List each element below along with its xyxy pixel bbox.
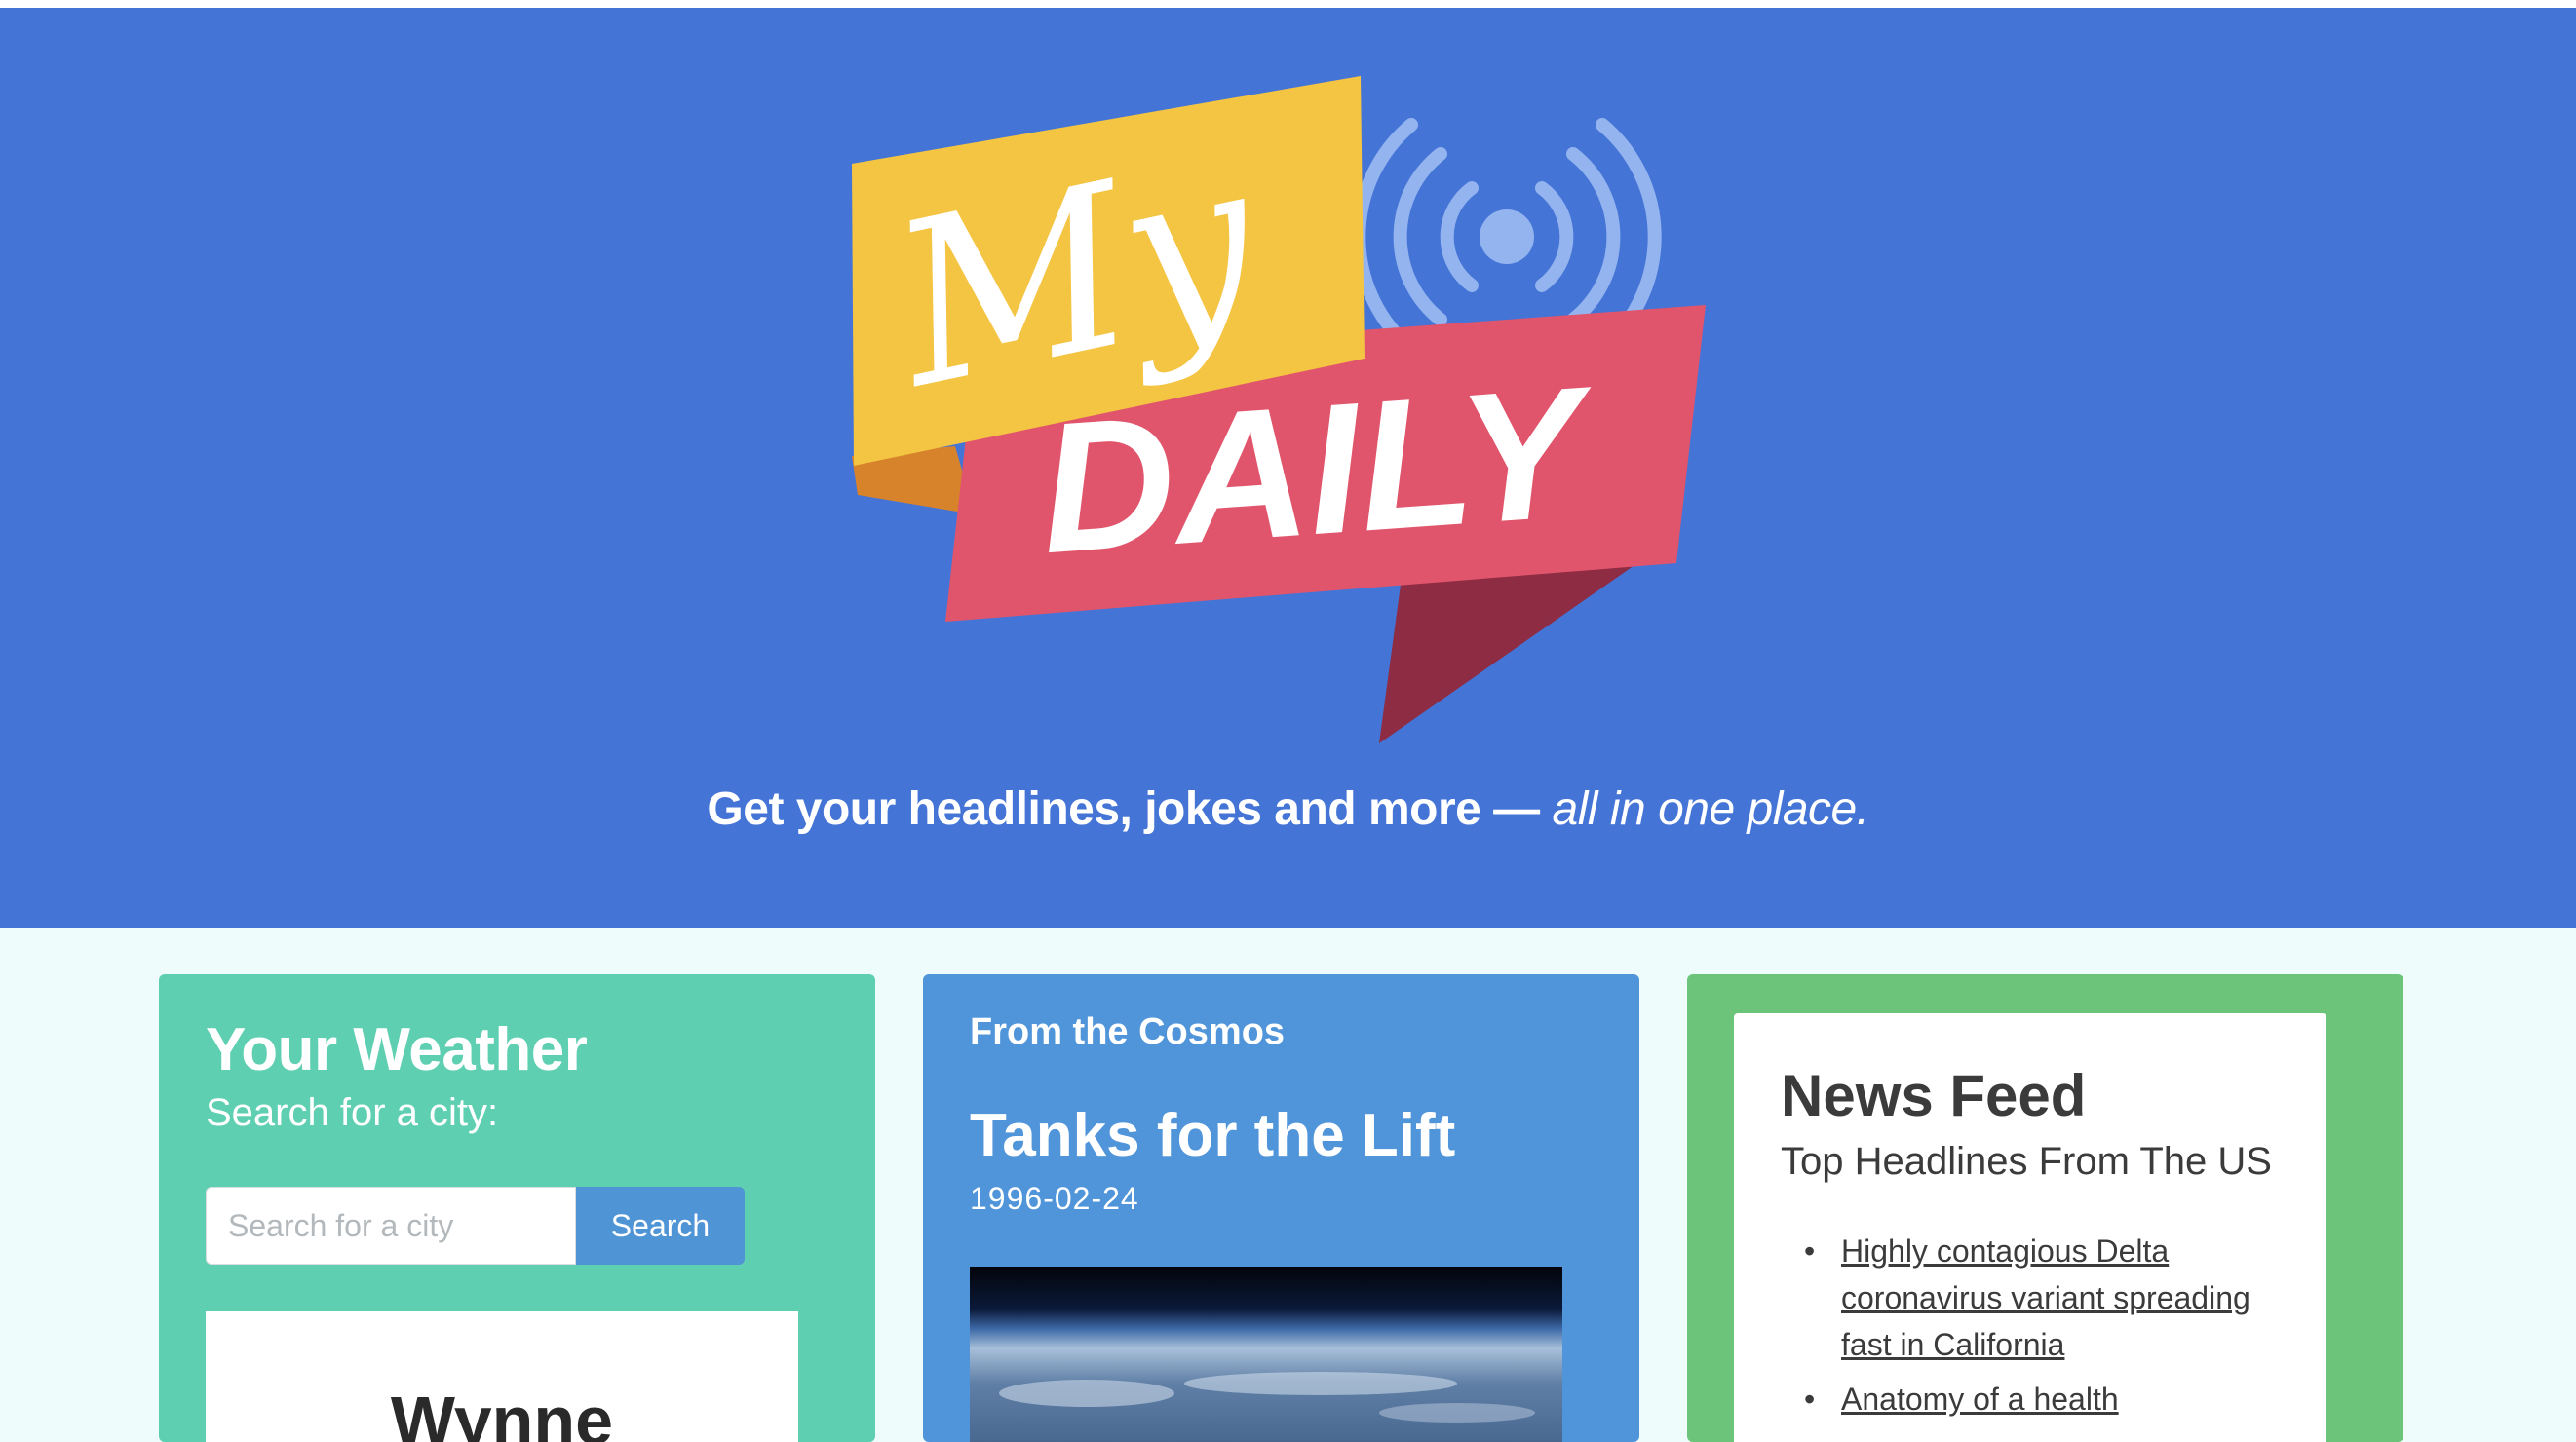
my-daily-logo: DAILY My — [852, 76, 1706, 743]
cosmos-date: 1996-02-24 — [970, 1181, 1139, 1216]
tagline-main: Get your headlines, jokes and more — — [707, 783, 1553, 835]
news-link[interactable]: Highly contagious Delta coronavirus vari… — [1841, 1233, 2250, 1362]
weather-city-name: Wynne — [390, 1383, 614, 1442]
news-link[interactable]: Anatomy of a health — [1841, 1382, 2119, 1417]
cosmos-card: From the Cosmos Tanks for the Lift 1996-… — [923, 974, 1639, 1442]
news-item: • Anatomy of a health — [1781, 1376, 2288, 1423]
hero-banner: DAILY My Get your headlines, jokes and m… — [0, 8, 2576, 928]
bullet-icon: • — [1804, 1233, 1816, 1269]
tagline: Get your headlines, jokes and more — all… — [0, 782, 2576, 836]
bullet-icon: • — [1804, 1382, 1816, 1417]
news-card: News Feed Top Headlines From The US • Hi… — [1687, 974, 2403, 1442]
weather-subtitle: Search for a city: — [206, 1091, 499, 1134]
news-list: • Highly contagious Delta coronavirus va… — [1781, 1228, 2288, 1430]
top-strip — [0, 0, 2576, 8]
city-search-button[interactable]: Search — [576, 1187, 745, 1265]
news-subtitle: Top Headlines From The US — [1781, 1140, 2272, 1183]
weather-result-panel: Wynne — [206, 1311, 798, 1442]
news-item: • Highly contagious Delta coronavirus va… — [1781, 1228, 2288, 1368]
news-title: News Feed — [1781, 1063, 2087, 1128]
weather-card: Your Weather Search for a city: Search W… — [159, 974, 875, 1442]
cosmos-image — [970, 1267, 1562, 1442]
weather-title: Your Weather — [206, 1016, 588, 1083]
city-search-input[interactable] — [206, 1187, 576, 1265]
cosmos-label: From the Cosmos — [970, 1011, 1286, 1052]
cosmos-title: Tanks for the Lift — [970, 1102, 1456, 1169]
tagline-emphasis: all in one place. — [1552, 783, 1870, 835]
news-panel: News Feed Top Headlines From The US • Hi… — [1734, 1013, 2326, 1442]
